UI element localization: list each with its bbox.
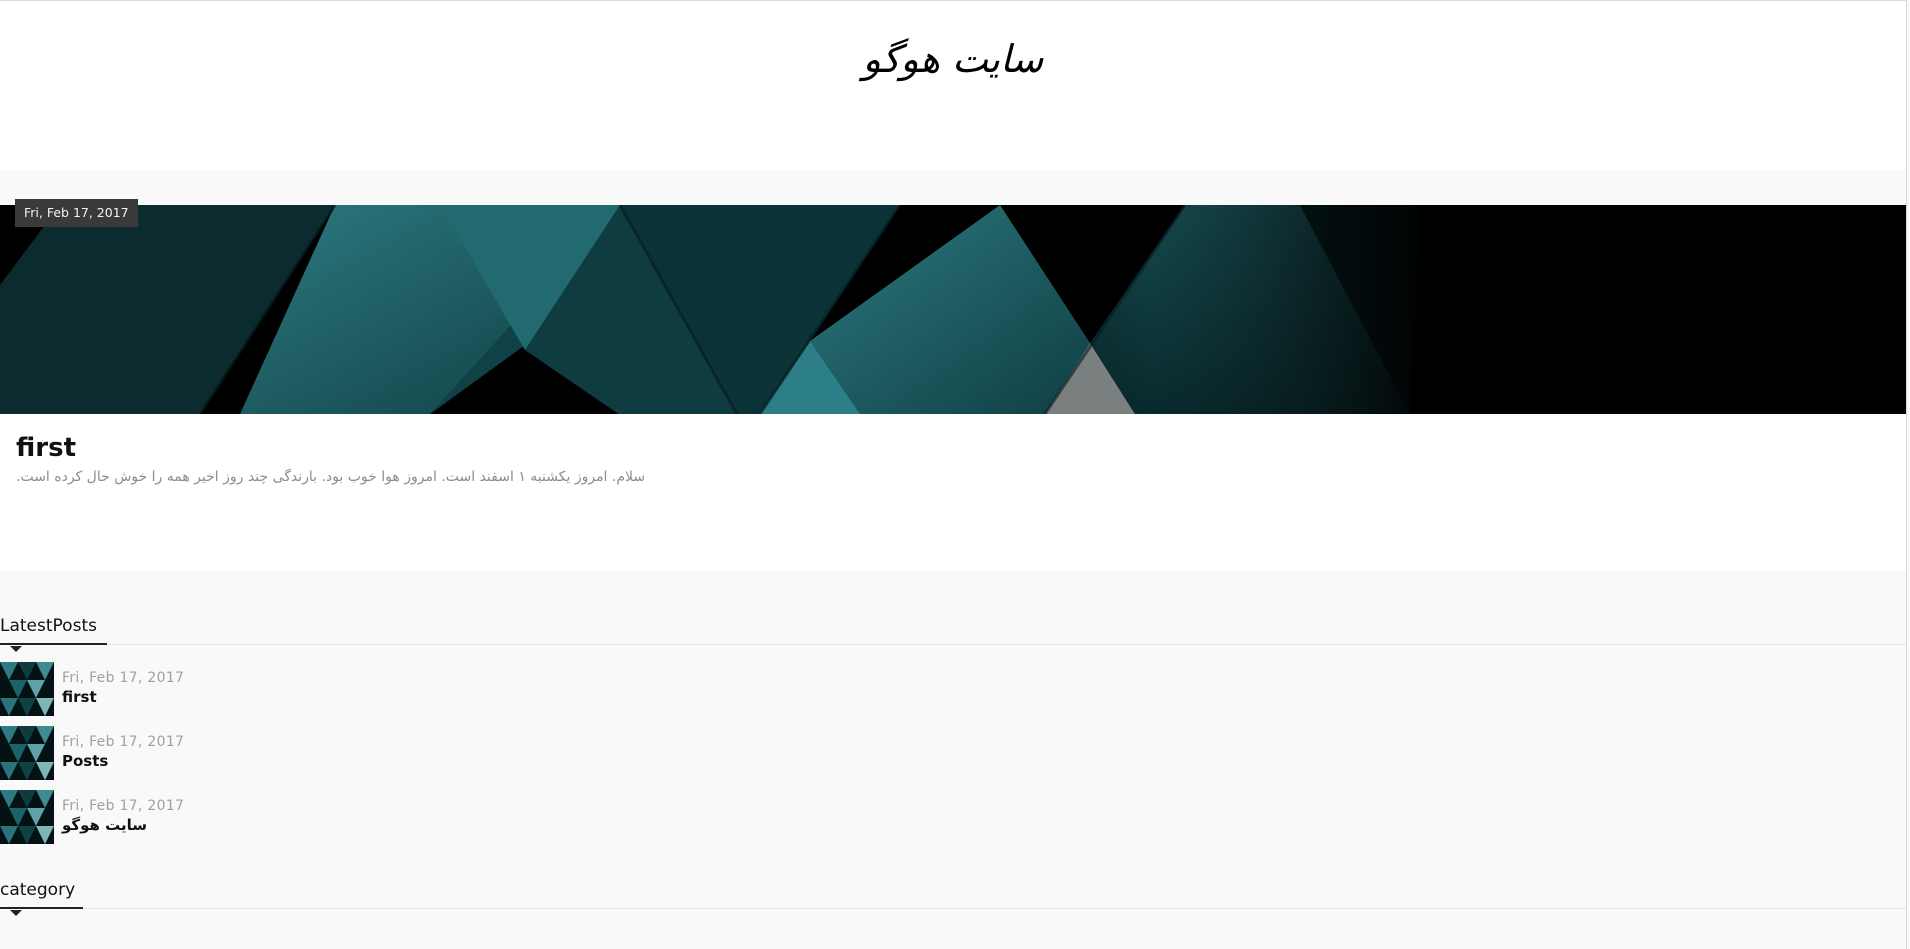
- category-underline: [0, 907, 83, 909]
- category-heading: category: [0, 880, 76, 900]
- caret-down-icon: [10, 910, 22, 916]
- site-header: سایت هوگو: [0, 1, 1906, 170]
- latest-post-item[interactable]: Fri, Feb 17, 2017 سایت هوگو: [0, 790, 600, 846]
- latest-post-date: Fri, Feb 17, 2017: [62, 798, 185, 814]
- page: سایت هوگو Fri, Feb 17, 2017 first سلام. …: [0, 0, 1906, 949]
- latest-post-title[interactable]: سایت هوگو: [62, 816, 147, 834]
- hero-pattern-graphic: [0, 205, 1906, 414]
- right-edge-rule: [1906, 0, 1907, 949]
- latest-post-item[interactable]: Fri, Feb 17, 2017 Posts: [0, 726, 600, 782]
- latest-posts-heading: LatestPosts: [0, 616, 97, 636]
- post-thumbnail: [0, 790, 54, 844]
- site-logo-link[interactable]: سایت هوگو: [0, 37, 1906, 81]
- latest-post-item[interactable]: Fri, Feb 17, 2017 first: [0, 662, 600, 718]
- post-date-badge: Fri, Feb 17, 2017: [15, 199, 138, 227]
- featured-post-card: Fri, Feb 17, 2017 first سلام. امروز یکشن…: [0, 199, 1906, 571]
- latest-post-title[interactable]: Posts: [62, 752, 108, 770]
- latest-posts-underline: [0, 643, 107, 645]
- category-divider: [0, 908, 1906, 909]
- latest-post-date: Fri, Feb 17, 2017: [62, 670, 185, 686]
- post-thumbnail: [0, 726, 54, 780]
- latest-post-title[interactable]: first: [62, 688, 97, 706]
- post-excerpt: سلام. امروز یکشنبه ۱ اسفند است. امروز هو…: [16, 469, 646, 485]
- featured-post-image[interactable]: [0, 205, 1906, 414]
- caret-down-icon: [10, 646, 22, 652]
- latest-post-date: Fri, Feb 17, 2017: [62, 734, 185, 750]
- latest-posts-divider: [0, 644, 1906, 645]
- post-thumbnail: [0, 662, 54, 716]
- post-title-link[interactable]: first: [16, 433, 76, 463]
